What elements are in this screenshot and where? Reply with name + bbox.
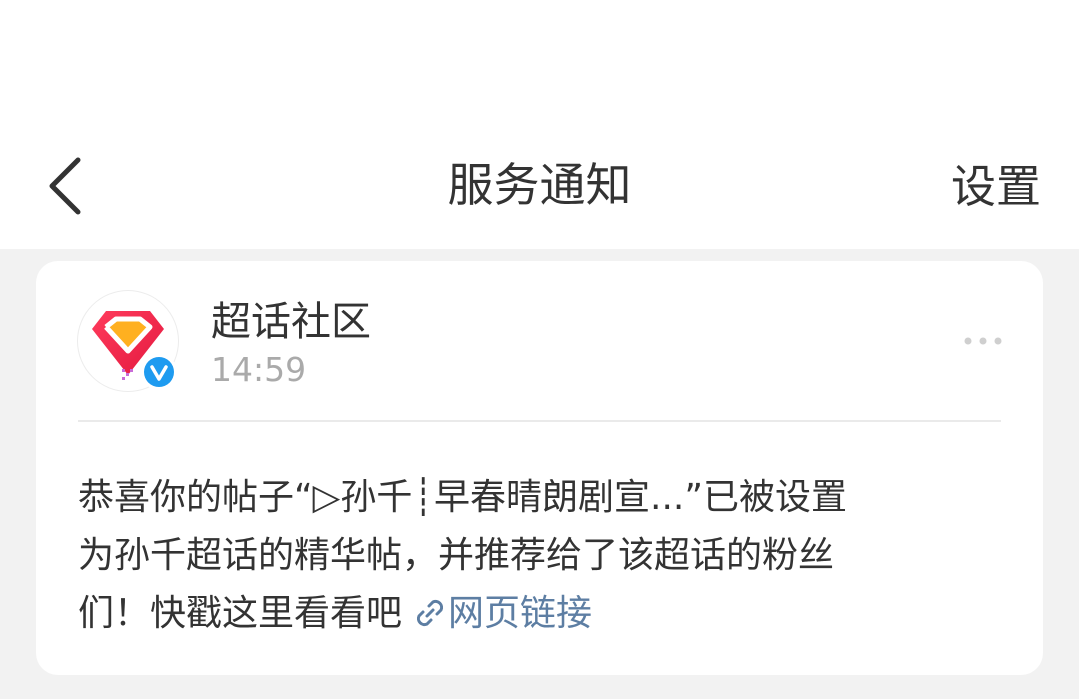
message-line-text: 们！快戳这里看看吧 xyxy=(78,593,403,634)
message-line: 恭喜你的帖子“▷孙千┊早春晴朗剧宣...”已被设置 xyxy=(78,477,847,518)
notification-card: 超话社区 14:59 恭喜你的帖子“▷孙千┊早春晴朗剧宣...”已被设置 为孙千… xyxy=(36,261,1043,675)
web-link[interactable]: 网页链接 xyxy=(402,593,592,634)
settings-button[interactable]: 设置 xyxy=(951,157,1041,217)
header-bar: 服务通知 设置 xyxy=(0,0,1079,249)
message-line: 为孙千超话的精华帖，并推荐给了该超话的粉丝 xyxy=(78,535,835,576)
more-button[interactable] xyxy=(959,329,1007,353)
more-dots-icon xyxy=(964,337,1002,345)
message-body: 恭喜你的帖子“▷孙千┊早春晴朗剧宣...”已被设置 为孙千超话的精华帖，并推荐给… xyxy=(78,469,1008,643)
message-line: 们！快戳这里看看吧 网页链接 xyxy=(78,585,1008,643)
link-icon xyxy=(416,599,444,627)
web-link-label[interactable]: 网页链接 xyxy=(448,593,592,634)
sender-name[interactable]: 超话社区 xyxy=(211,297,371,347)
page-title: 服务通知 xyxy=(447,158,632,212)
verified-v-icon xyxy=(141,354,177,390)
divider xyxy=(78,420,1001,422)
timestamp: 14:59 xyxy=(211,350,307,389)
